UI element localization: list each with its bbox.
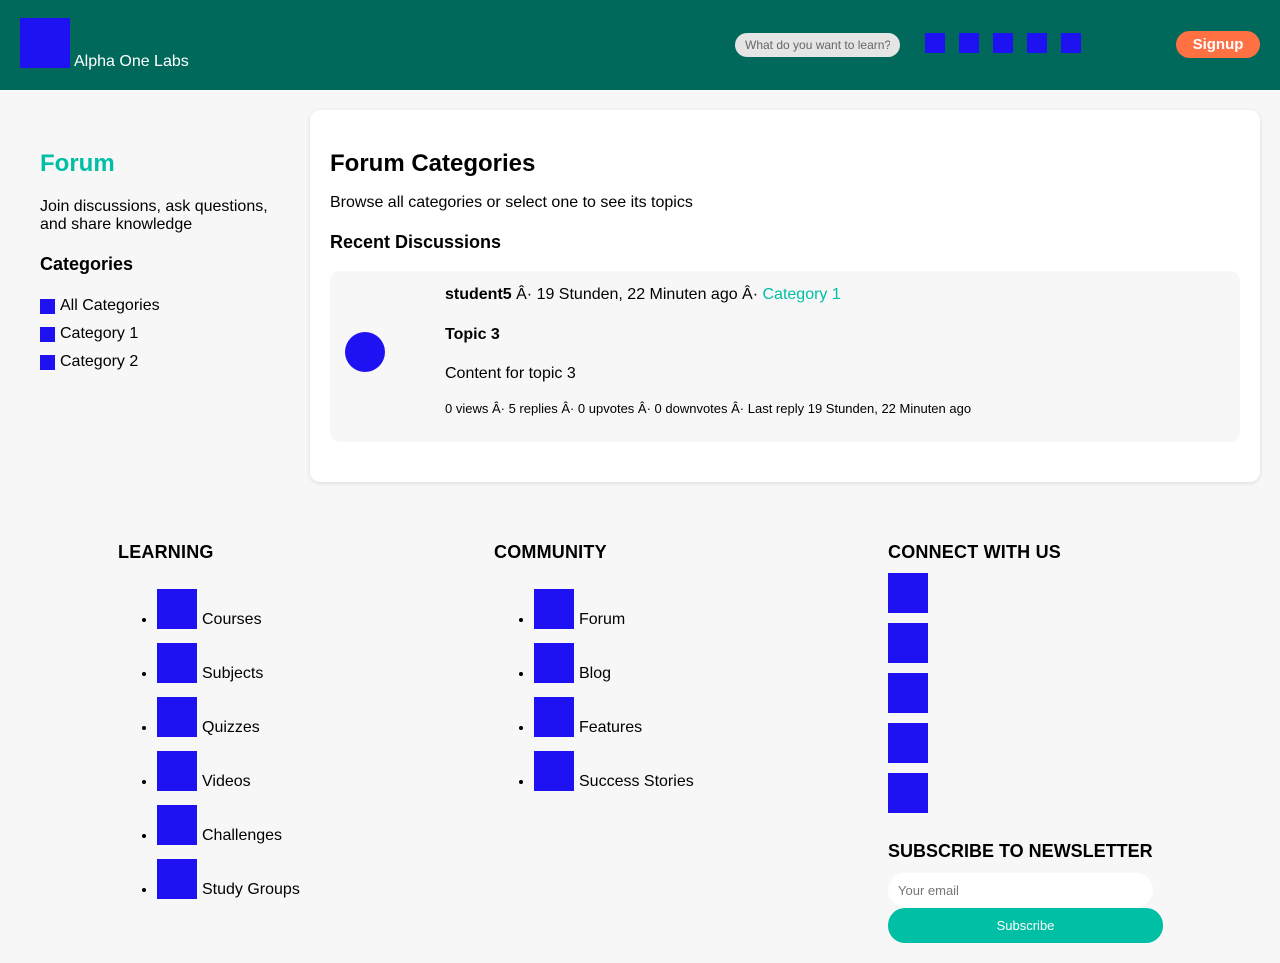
sidebar-item-label: Category 2 [60,353,139,370]
footer-link-label: Study Groups [202,881,300,898]
footer-link-quizzes[interactable]: Quizzes [157,697,300,751]
footer-link-label: Success Stories [579,773,694,790]
forum-categories-card: Forum Categories Browse all categories o… [310,110,1260,482]
discussion-time: Â· 19 Stunden, 22 Minuten ago Â· [511,286,763,303]
newsletter-heading: SUBSCRIBE TO NEWSLETTER [888,841,1153,861]
discussion-title[interactable]: Topic 3 [445,326,500,344]
courses-icon [157,589,197,629]
social-icon-1[interactable] [888,573,928,613]
footer-link-label: Features [579,719,643,736]
signup-button[interactable]: Signup [1176,31,1260,58]
footer-link-blog[interactable]: Blog [534,643,694,697]
footer-link-label: Videos [202,773,251,790]
social-icon-4[interactable] [888,723,928,763]
challenges-icon [157,805,197,845]
footer-link-label: Blog [579,665,612,682]
nav-icon-1[interactable] [925,33,945,53]
footer-learning-heading: LEARNING [118,542,214,562]
header-icon-bar [925,33,1081,53]
social-icon-5[interactable] [888,773,928,813]
category-icon [40,298,55,314]
nav-icon-4[interactable] [1027,33,1047,53]
footer-link-forum[interactable]: Forum [534,589,694,643]
category-icon [40,326,55,342]
sidebar-title: Forum [40,150,115,177]
footer-link-courses[interactable]: Courses [157,589,300,643]
logo-icon[interactable] [20,18,70,68]
avatar [345,332,385,372]
nav-icon-2[interactable] [959,33,979,53]
sidebar-item-category-2[interactable]: Category 2 [40,348,160,376]
discussion-content: Content for topic 3 [445,365,576,382]
footer-link-features[interactable]: Features [534,697,694,751]
forum-icon [534,589,574,629]
nav-icon-5[interactable] [1061,33,1081,53]
footer-link-label: Challenges [202,827,283,844]
footer-link-videos[interactable]: Videos [157,751,300,805]
category-icon [40,354,55,370]
sidebar-item-all-categories[interactable]: All Categories [40,292,160,320]
discussion-category-link[interactable]: Category 1 [763,286,841,303]
categories-heading: Categories [40,254,134,274]
page-title: Forum Categories [330,150,536,177]
subjects-icon [157,643,197,683]
search-input[interactable] [735,33,900,57]
site-name[interactable]: Alpha One Labs [74,53,189,71]
discussion-meta: student5 Â· 19 Stunden, 22 Minuten ago Â… [445,286,841,304]
recent-discussions-heading: Recent Discussions [330,232,502,252]
footer-link-study-groups[interactable]: Study Groups [157,859,300,913]
videos-icon [157,751,197,791]
footer-connect-heading: CONNECT WITH US [888,542,1061,562]
sidebar-description: Join discussions, ask questions, and sha… [40,198,268,233]
quizzes-icon [157,697,197,737]
sidebar-item-category-1[interactable]: Category 1 [40,320,160,348]
page-subtitle: Browse all categories or select one to s… [330,194,693,211]
footer-link-success-stories[interactable]: Success Stories [534,751,694,805]
footer-link-label: Quizzes [202,719,260,736]
footer-link-label: Subjects [202,665,264,682]
footer-link-subjects[interactable]: Subjects [157,643,300,697]
footer-link-label: Courses [202,611,262,628]
site-header: Alpha One Labs Signup [0,0,1280,90]
study-groups-icon [157,859,197,899]
category-list: All Categories Category 1 Category 2 [40,292,160,376]
features-icon [534,697,574,737]
footer-link-label: Forum [579,611,626,628]
success-stories-icon [534,751,574,791]
social-icon-2[interactable] [888,623,928,663]
sidebar-item-label: Category 1 [60,325,139,342]
nav-icon-3[interactable] [993,33,1013,53]
sidebar-item-label: All Categories [60,297,160,314]
newsletter-email-input[interactable] [888,873,1153,907]
social-icon-3[interactable] [888,673,928,713]
footer-link-challenges[interactable]: Challenges [157,805,300,859]
footer-community-heading: COMMUNITY [494,542,607,562]
discussion-stats: 0 views Â· 5 replies Â· 0 upvotes Â· 0 d… [445,401,972,416]
social-links [888,573,928,823]
discussion-item[interactable]: student5 Â· 19 Stunden, 22 Minuten ago Â… [330,271,1240,442]
footer-community-list: Forum Blog Features Success Stories [494,589,694,805]
discussion-author[interactable]: student5 [445,286,512,303]
subscribe-button[interactable]: Subscribe [888,908,1163,943]
blog-icon [534,643,574,683]
footer-learning-list: Courses Subjects Quizzes Videos Challeng… [117,589,300,913]
